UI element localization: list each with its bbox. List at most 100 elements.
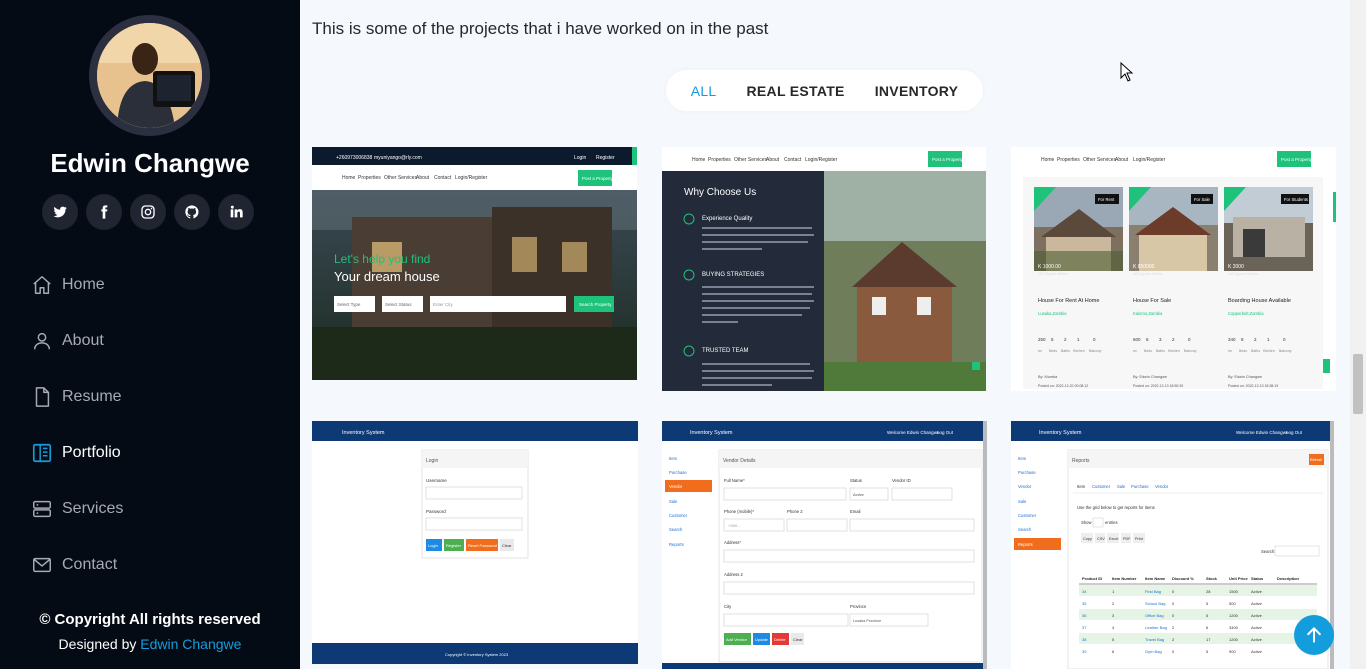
nav-item-resume[interactable]: Resume [0,369,300,425]
row-4-status: Active [1251,637,1263,642]
file-icon [35,387,50,407]
scrollbar-thumb[interactable] [1353,354,1363,414]
card1-email: myuniyango@rly.com [374,155,422,161]
card3-screenshot: Home Properties Other Services About Log… [1011,147,1336,391]
listing-0-stat-label-3: Kitchen [1073,349,1085,353]
sidebar: Edwin Changwe Home About Resume Portfoli… [0,0,300,669]
card6-menu-0: Item [1018,456,1027,461]
nav-item-contact[interactable]: Contact [0,537,300,593]
card2-heading: Why Choose Us [684,187,756,198]
card6-tab-1: Customer [1092,484,1111,489]
page-scrollbar[interactable] [1350,0,1366,669]
card6-menu-6: Reports [1018,542,1033,547]
table-row: 39 6 Gym Bag 0 5 900 Active [1079,645,1317,656]
twitter-link[interactable] [42,194,78,230]
filter-real-estate[interactable]: REAL ESTATE [747,83,845,99]
card6-col-0: Product ID [1082,576,1102,581]
card6-col-5: Unit Price [1229,576,1248,581]
nav-item-portfolio[interactable]: Portfolio [0,425,300,481]
listing-1-posted: Posted on: 2022-12-13 18:50:29 [1133,384,1183,388]
row-1-status: Active [1251,601,1263,606]
card5-menu-6: Reports [669,542,684,547]
row-2-name: Office Bag [1145,613,1164,618]
designed-by: Designed by Edwin Changwe [0,636,300,652]
listing-0-agent: By: Mumba [1038,375,1058,379]
listing-2-area: 240 Square Metres [1228,272,1258,276]
card6-show-label: Show [1081,520,1092,525]
instagram-link[interactable] [130,194,166,230]
row-5-status: Active [1251,649,1263,654]
listing-2-posted: Posted on: 2022-12-13 18:38:19 [1228,384,1278,388]
card3-menu-3: About [1115,157,1129,163]
person-icon [33,332,51,350]
nav-item-home[interactable]: Home [0,257,300,313]
card6-export-0: Copy [1083,537,1092,541]
listing-2-title: Boarding House Available [1228,298,1291,304]
back-to-top-button[interactable] [1294,615,1334,655]
avatar [89,15,210,136]
card6-col-2: Item Name [1145,576,1166,581]
row-1-name: School Bag [1145,601,1165,606]
card1-login: Login [574,155,586,161]
github-link[interactable] [174,194,210,230]
listing-1-stat-0: 600 [1133,337,1141,342]
card5-field-7: Address 2 [724,572,744,577]
row-0-id: 34 [1082,589,1087,594]
card1-screenshot: +260973006838 myuniyango@rly.com Login R… [312,147,637,380]
portfolio-item-reports[interactable]: Inventory System Welcome Edwin Changwe L… [1011,421,1334,669]
card6-col-1: Item Number [1112,576,1137,581]
card6-export-4: Print [1135,537,1144,541]
card6-export-3: PDF [1123,537,1131,541]
card6-screenshot: Inventory System Welcome Edwin Changwe L… [1011,421,1334,669]
social-links [42,194,254,230]
listing-0-stat-label-4: Balcony [1089,349,1102,353]
filter-all[interactable]: ALL [691,83,717,99]
nav-label-home: Home [62,276,105,293]
copyright-text: © Copyright All rights reserved [39,611,261,628]
nav-item-services[interactable]: Services [0,481,300,537]
portfolio-item-vendor-details[interactable]: Inventory System Welcome Edwin Changwe L… [662,421,987,669]
listing-1-area: 600 Square Metres [1133,272,1163,276]
portfolio-item-property-listings[interactable]: Home Properties Other Services About Log… [1011,147,1336,391]
table-row: 34 1 First Bag 0 28 1500 Active [1079,585,1317,596]
listing-1-stat-label-3: Kitchen [1168,349,1180,353]
card2-menu-5: Login/Register [805,157,838,163]
listing-2-stat-label-2: Baths [1251,349,1260,353]
card1-menu-4: Contact [434,175,452,181]
card5-delete-button: Delete [774,637,786,642]
card5-field-3: Phone (mobile)* [724,509,754,514]
row-5-name: Gym Bag [1145,649,1162,654]
facebook-link[interactable] [86,194,122,230]
table-row: 36 3 Office Bag 0 5 1200 Active [1079,609,1317,620]
table-row: 37 4 Leather Bag 2 6 3400 Active [1079,621,1317,632]
listing-2-location: Copperbelt,Zambia [1228,311,1264,316]
listing-0-stat-label-1: Beds [1049,349,1057,353]
card1-menu-5: Login/Register [455,175,488,181]
card2-section-0-title: Experience Quality [702,216,752,222]
card6-export-2: Excel [1109,537,1118,541]
portfolio-item-why-choose-us[interactable]: Home Properties Other Services About Con… [662,147,986,391]
listing-0-posted: Posted on: 2022-12-20 00:08:12 [1038,384,1088,388]
card4-brand: Inventory System [342,430,385,436]
card4-footer: Copyright © Inventory System 2023 [445,652,509,657]
instagram-icon [141,205,155,219]
card5-screenshot: Inventory System Welcome Edwin Changwe L… [662,421,987,669]
row-4-stock: 17 [1206,637,1211,642]
portfolio-item-inventory-login[interactable]: Inventory System Login Username Password… [312,421,638,664]
arrow-up-icon [1307,627,1321,643]
card5-phone-placeholder: +260... [728,523,740,528]
card3-menu-0: Home [1041,157,1055,163]
card5-status-value: Active [853,492,865,497]
main-nav: Home About Resume Portfolio Services Con… [0,257,300,593]
designer-link[interactable]: Edwin Changwe [140,636,241,652]
linkedin-link[interactable] [218,194,254,230]
listing-1-title: House For Sale [1133,298,1171,304]
card4-clear-button: Clear [502,543,512,548]
portfolio-item-real-estate-home[interactable]: +260973006838 myuniyango@rly.com Login R… [312,147,637,380]
filter-inventory[interactable]: INVENTORY [875,83,959,99]
card5-field-1: Status [850,478,862,483]
card6-col-3: Discount % [1172,576,1194,581]
nav-item-about[interactable]: About [0,313,300,369]
card6-col-6: Status [1251,576,1264,581]
card4-screenshot: Inventory System Login Username Password… [312,421,638,664]
